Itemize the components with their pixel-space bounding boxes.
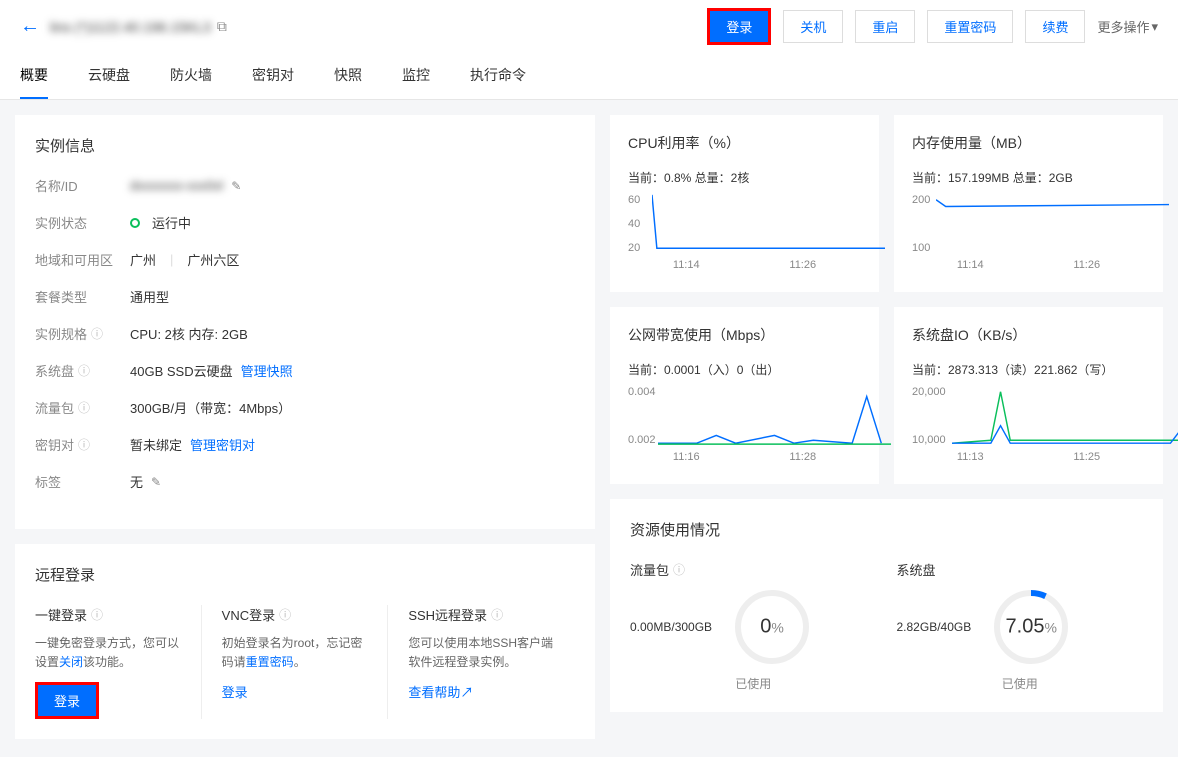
- info-icon[interactable]: ⓘ: [491, 606, 503, 623]
- io-chart-card: 系统盘IO（KB/s） 当前：2873.313（读）221.862（写） 20,…: [894, 307, 1163, 484]
- edit-icon[interactable]: ✎: [151, 475, 161, 489]
- oneclick-login-section: 一键登录 ⓘ 一键免密登录方式，您可以设置关闭该功能。 登录: [35, 605, 202, 719]
- sysdisk-usage: 系统盘 2.82GB/40GB 7.05% 已使用: [897, 560, 1144, 692]
- tab-snapshot[interactable]: 快照: [334, 53, 362, 99]
- sysdisk-donut: 7.05%: [991, 587, 1071, 667]
- info-icon[interactable]: ⓘ: [78, 362, 90, 379]
- info-icon[interactable]: ⓘ: [78, 436, 90, 453]
- reset-pwd-link[interactable]: 重置密码: [246, 655, 294, 669]
- remote-login-title: 远程登录: [35, 564, 575, 585]
- bw-chart-card: 公网带宽使用（Mbps） 当前：0.0001（入）0（出） 0.0040.002…: [610, 307, 879, 484]
- row-keypair: 密钥对 ⓘ 暂未绑定 管理密钥对: [35, 435, 575, 454]
- back-icon[interactable]: ←: [20, 15, 40, 38]
- row-status: 实例状态 运行中: [35, 213, 575, 232]
- info-icon[interactable]: ⓘ: [78, 399, 90, 416]
- login-button[interactable]: 登录: [707, 8, 771, 45]
- manage-snapshot-link[interactable]: 管理快照: [241, 361, 293, 380]
- instance-info-title: 实例信息: [35, 135, 575, 156]
- row-plan: 套餐类型 通用型: [35, 287, 575, 306]
- tab-monitor[interactable]: 监控: [402, 53, 430, 99]
- chevron-down-icon: ▾: [1151, 19, 1158, 35]
- info-icon[interactable]: ⓘ: [673, 561, 685, 578]
- shutdown-button[interactable]: 关机: [783, 10, 843, 43]
- page-header: ← lins (*)1122.40.196.15KL3 ⧉ 登录 关机 重启 重…: [0, 0, 1178, 53]
- row-region: 地域和可用区 广州|广州六区: [35, 250, 575, 269]
- remote-login-card: 远程登录 一键登录 ⓘ 一键免密登录方式，您可以设置关闭该功能。 登录 VNC登…: [15, 544, 595, 739]
- more-actions-dropdown[interactable]: 更多操作 ▾: [1097, 17, 1158, 36]
- info-icon[interactable]: ⓘ: [279, 606, 291, 623]
- tab-keypair[interactable]: 密钥对: [252, 53, 294, 99]
- instance-title: lins (*)1122.40.196.15KL3: [50, 19, 211, 35]
- ssh-help-link[interactable]: 查看帮助: [408, 685, 460, 700]
- tab-command[interactable]: 执行命令: [470, 53, 526, 99]
- oneclick-login-button[interactable]: 登录: [35, 682, 99, 719]
- instance-info-card: 实例信息 名称/ID dxxxxxxx-xxx0xl ✎ 实例状态 运行中 地域…: [15, 115, 595, 529]
- close-link[interactable]: 关闭: [59, 655, 83, 669]
- renew-button[interactable]: 续费: [1025, 10, 1085, 43]
- reset-password-button[interactable]: 重置密码: [927, 10, 1013, 43]
- info-icon[interactable]: ⓘ: [91, 606, 103, 623]
- edit-icon[interactable]: ✎: [231, 179, 241, 193]
- vnc-login-section: VNC登录 ⓘ 初始登录名为root，忘记密码请重置密码。 登录: [222, 605, 389, 719]
- traffic-usage: 流量包 ⓘ 0.00MB/300GB 0% 已使用: [630, 560, 877, 692]
- traffic-donut: 0%: [732, 587, 812, 667]
- status-dot-icon: [130, 218, 140, 228]
- vnc-login-link[interactable]: 登录: [222, 685, 248, 700]
- restart-button[interactable]: 重启: [855, 10, 915, 43]
- mem-chart-card: 内存使用量（MB） 当前：157.199MB 总量：2GB 200100 11:…: [894, 115, 1163, 292]
- row-spec: 实例规格 ⓘ CPU: 2核 内存: 2GB: [35, 324, 575, 343]
- tab-disk[interactable]: 云硬盘: [88, 53, 130, 99]
- resource-usage-card: 资源使用情况 流量包 ⓘ 0.00MB/300GB 0% 已使用: [610, 499, 1163, 712]
- copy-icon[interactable]: ⧉: [217, 18, 227, 35]
- row-name-id: 名称/ID dxxxxxxx-xxx0xl ✎: [35, 176, 575, 195]
- tabs-bar: 概要 云硬盘 防火墙 密钥对 快照 监控 执行命令: [0, 53, 1178, 100]
- tab-overview[interactable]: 概要: [20, 53, 48, 99]
- row-traffic: 流量包 ⓘ 300GB/月（带宽：4Mbps）: [35, 398, 575, 417]
- manage-keypair-link[interactable]: 管理密钥对: [190, 435, 255, 454]
- ssh-login-section: SSH远程登录 ⓘ 您可以使用本地SSH客户端软件远程登录实例。 查看帮助↗: [408, 605, 575, 719]
- tab-firewall[interactable]: 防火墙: [170, 53, 212, 99]
- external-link-icon: ↗: [460, 685, 473, 700]
- cpu-chart-card: CPU利用率（%） 当前：0.8% 总量：2核 604020 11:1411:2…: [610, 115, 879, 292]
- row-sysdisk: 系统盘 ⓘ 40GB SSD云硬盘 管理快照: [35, 361, 575, 380]
- row-tags: 标签 无 ✎: [35, 472, 575, 491]
- info-icon[interactable]: ⓘ: [91, 325, 103, 342]
